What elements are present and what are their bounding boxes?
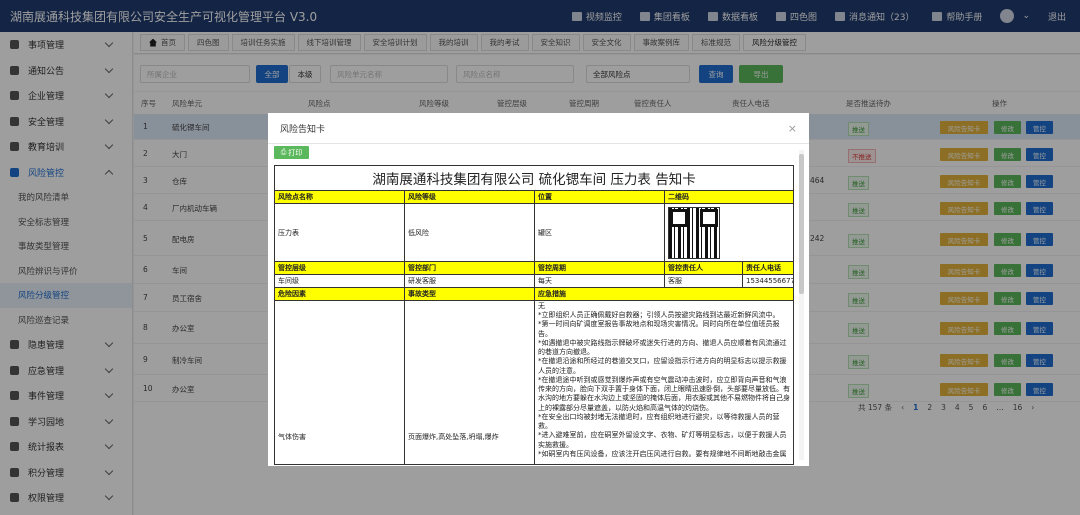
control-level-value: 车间级 bbox=[274, 274, 405, 288]
card-title: 湖南展通科技集团有限公司 硫化锶车间 压力表 告知卡 bbox=[273, 165, 795, 191]
emergency-measures: 无 *立即组织人员正确佩戴好自救器；引领人员按避灾路线到达最近新鲜风流中。 *第… bbox=[533, 300, 795, 465]
accident-type-header: 事故类型 bbox=[404, 287, 535, 301]
hazard-factor-header: 危险因素 bbox=[274, 287, 405, 301]
control-person-value: 客服 bbox=[664, 274, 743, 288]
risk-level-value: 低风险 bbox=[404, 203, 535, 262]
qr-header: 二维码 bbox=[663, 190, 795, 204]
modal-title: 风险告知卡 bbox=[280, 124, 326, 135]
point-name-header: 风险点名称 bbox=[274, 190, 405, 204]
hazard-factor-value: 气体伤害 bbox=[274, 300, 405, 465]
point-name-value: 压力表 bbox=[274, 203, 405, 262]
notice-card: 湖南展通科技集团有限公司 硫化锶车间 压力表 告知卡 风险点名称 风险等级 位置… bbox=[273, 165, 795, 465]
accident-type-value: 页面爆炸,高处坠落,坍塌,爆炸 bbox=[404, 300, 535, 465]
control-dept-header: 管控部门 bbox=[404, 261, 535, 275]
control-cycle-header: 管控周期 bbox=[534, 261, 665, 275]
close-icon[interactable]: × bbox=[788, 122, 797, 135]
location-value: 罐区 bbox=[534, 203, 665, 262]
modal-header: 风险告知卡 × bbox=[268, 113, 809, 144]
risk-notice-modal: 风险告知卡 × ⎙ 打印 湖南展通科技集团有限公司 硫化锶车间 压力表 告知卡 风… bbox=[268, 113, 809, 466]
risk-level-header: 风险等级 bbox=[404, 190, 535, 204]
location-header: 位置 bbox=[534, 190, 665, 204]
print-button[interactable]: ⎙ 打印 bbox=[274, 146, 309, 159]
scrollbar-thumb[interactable] bbox=[799, 154, 804, 294]
print-label: 打印 bbox=[288, 148, 303, 157]
person-phone-value: 15344556677 bbox=[741, 274, 795, 288]
control-cycle-value: 每天 bbox=[534, 274, 665, 288]
emergency-header: 应急措施 bbox=[533, 287, 795, 301]
qr-cell bbox=[663, 203, 795, 262]
control-level-header: 管控层级 bbox=[274, 261, 405, 275]
person-phone-header: 责任人电话 bbox=[741, 261, 795, 275]
control-dept-value: 研发客服 bbox=[404, 274, 535, 288]
control-person-header: 管控责任人 bbox=[664, 261, 743, 275]
qr-code-icon bbox=[668, 206, 720, 259]
modal-scrollbar[interactable] bbox=[799, 150, 804, 460]
print-icon: ⎙ bbox=[280, 148, 287, 156]
